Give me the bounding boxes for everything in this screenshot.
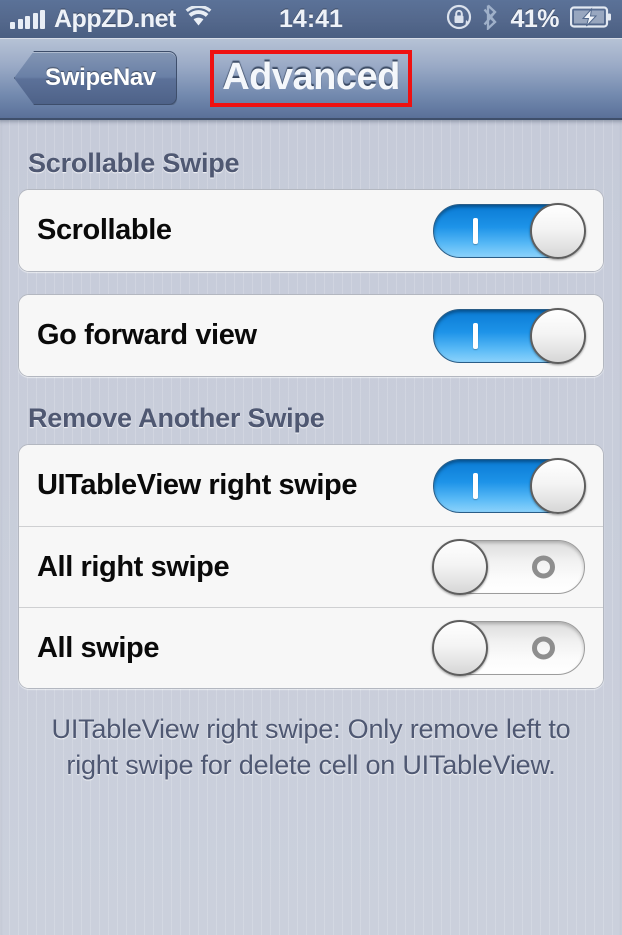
toggle-knob[interactable] [530, 307, 586, 364]
settings-group-remove-another-swipe: UITableView right swipe All right swipe … [18, 444, 604, 689]
toggle-uitableview-right-swipe[interactable] [433, 457, 586, 514]
settings-group-go-forward-view: Go forward view [18, 294, 604, 377]
row-label: Scrollable [37, 214, 172, 246]
navigation-bar: SwipeNav Advanced [0, 38, 622, 120]
page-title: Advanced [210, 49, 412, 107]
table-row[interactable]: All swipe [19, 607, 603, 688]
toggle-knob[interactable] [432, 620, 488, 676]
toggle-knob[interactable] [432, 539, 488, 595]
rotation-lock-icon [446, 4, 472, 35]
status-bar-right: 41% [446, 4, 612, 35]
status-bar-clock: 14:41 [279, 4, 343, 33]
section-footer-note: UITableView right swipe: Only remove lef… [51, 714, 571, 780]
back-button[interactable]: SwipeNav [14, 51, 177, 105]
toggle-off-mark [532, 555, 555, 579]
section-header-remove-another-swipe: Remove Another Swipe [28, 403, 325, 433]
bluetooth-icon [483, 4, 499, 35]
toggle-all-right-swipe[interactable] [432, 539, 585, 595]
battery-charging-icon [569, 5, 612, 34]
toggle-knob[interactable] [530, 202, 586, 259]
toggle-all-swipe[interactable] [432, 620, 585, 676]
row-label: All swipe [37, 631, 160, 664]
settings-table-view[interactable]: Scrollable Swipe Scrollable Go forward v… [0, 120, 622, 935]
battery-percentage: 41% [510, 4, 559, 33]
toggle-knob[interactable] [530, 457, 586, 514]
toggle-on-mark [473, 217, 478, 244]
back-button-label: SwipeNav [45, 64, 156, 91]
toggle-off-mark [532, 636, 555, 660]
toggle-go-forward-view[interactable] [433, 307, 586, 364]
section-header-scrollable-swipe: Scrollable Swipe [28, 148, 240, 178]
row-label: UITableView right swipe [37, 469, 358, 501]
table-row[interactable]: Go forward view [19, 295, 603, 376]
settings-group-scrollable: Scrollable [18, 189, 604, 272]
toggle-on-mark [473, 322, 478, 349]
toggle-scrollable[interactable] [433, 202, 586, 259]
table-row[interactable]: UITableView right swipe [19, 445, 603, 526]
row-label: Go forward view [37, 319, 257, 351]
status-bar: AppZD.net 14:41 41% [0, 0, 622, 38]
table-row[interactable]: All right swipe [19, 526, 603, 607]
table-row[interactable]: Scrollable [19, 190, 603, 271]
row-label: All right swipe [37, 550, 230, 583]
toggle-on-mark [473, 472, 478, 499]
